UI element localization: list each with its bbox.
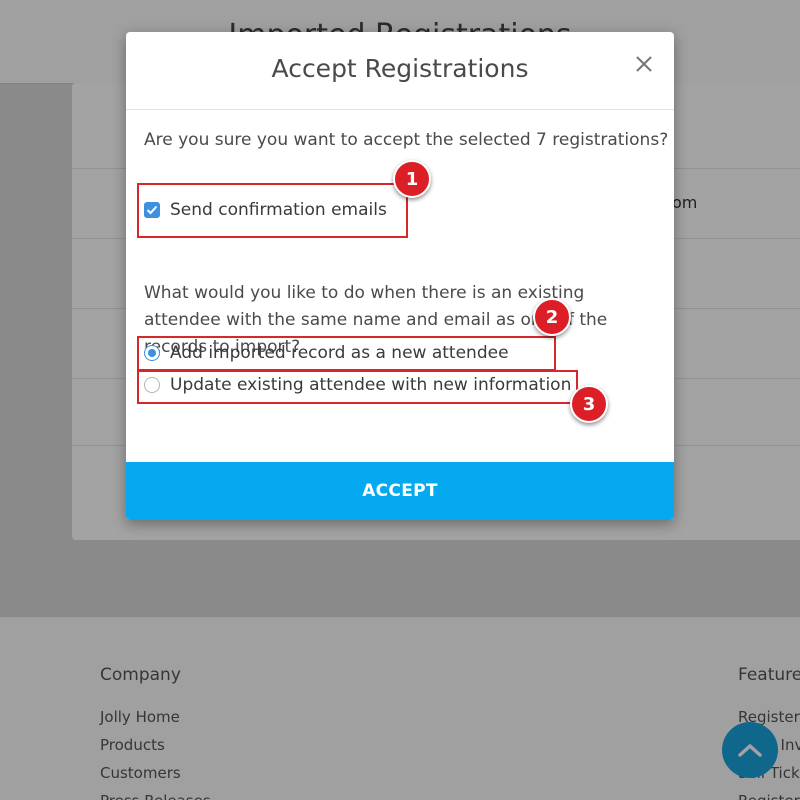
page: Imported Registrations om Company Jolly …	[0, 0, 800, 800]
confirmation-question: Are you sure you want to accept the sele…	[144, 130, 669, 150]
callout-badge-2: 2	[533, 298, 571, 336]
close-icon	[636, 56, 652, 72]
highlight-box-1	[137, 183, 408, 238]
highlight-box-3	[137, 370, 578, 404]
close-button[interactable]	[632, 52, 656, 76]
dialog-header: Accept Registrations	[126, 32, 674, 110]
callout-badge-3: 3	[570, 385, 608, 423]
callout-badge-1: 1	[393, 160, 431, 198]
accept-button[interactable]: ACCEPT	[126, 462, 674, 520]
highlight-box-2	[137, 336, 556, 371]
dialog-title: Accept Registrations	[271, 54, 529, 83]
accept-registrations-dialog: Accept Registrations Are you sure you wa…	[126, 32, 674, 520]
